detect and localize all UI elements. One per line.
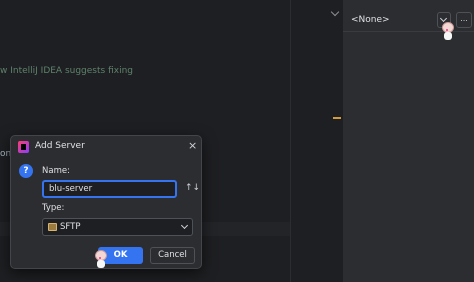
close-icon[interactable]: × bbox=[188, 140, 197, 151]
name-label: Name: bbox=[42, 166, 70, 176]
mouse-cursor-icon bbox=[94, 250, 108, 268]
sftp-icon bbox=[48, 223, 57, 231]
error-stripe-marker[interactable] bbox=[333, 117, 341, 119]
server-type-value: SFTP bbox=[60, 222, 81, 232]
add-server-dialog: Add Server × ? Name: blu-server ↑↓ Type:… bbox=[10, 135, 202, 269]
server-type-select[interactable]: SFTP bbox=[42, 218, 193, 236]
chevron-down-icon bbox=[439, 14, 448, 23]
chevron-down-icon bbox=[180, 221, 189, 230]
sort-icon[interactable]: ↑↓ bbox=[185, 183, 200, 193]
deployment-panel: <None> ... bbox=[342, 0, 474, 282]
comment-text: w IntelliJ IDEA suggests fixing bbox=[0, 66, 133, 76]
server-selector-value[interactable]: <None> bbox=[351, 15, 390, 25]
next-highlight-icon[interactable] bbox=[330, 7, 340, 17]
help-icon: ? bbox=[19, 164, 33, 178]
browse-servers-button[interactable]: ... bbox=[456, 12, 472, 28]
server-name-input[interactable]: blu-server bbox=[42, 180, 177, 198]
mouse-cursor-icon bbox=[441, 22, 455, 40]
cancel-button[interactable]: Cancel bbox=[150, 247, 195, 264]
type-label: Type: bbox=[42, 203, 65, 213]
app-logo-icon bbox=[18, 141, 29, 153]
dialog-title: Add Server bbox=[35, 141, 85, 151]
ide-window: w IntelliJ IDEA suggests fixing one 1 <N… bbox=[0, 0, 474, 282]
server-name-value: blu-server bbox=[49, 184, 93, 194]
editor-scrollbar-gutter[interactable] bbox=[290, 0, 342, 282]
